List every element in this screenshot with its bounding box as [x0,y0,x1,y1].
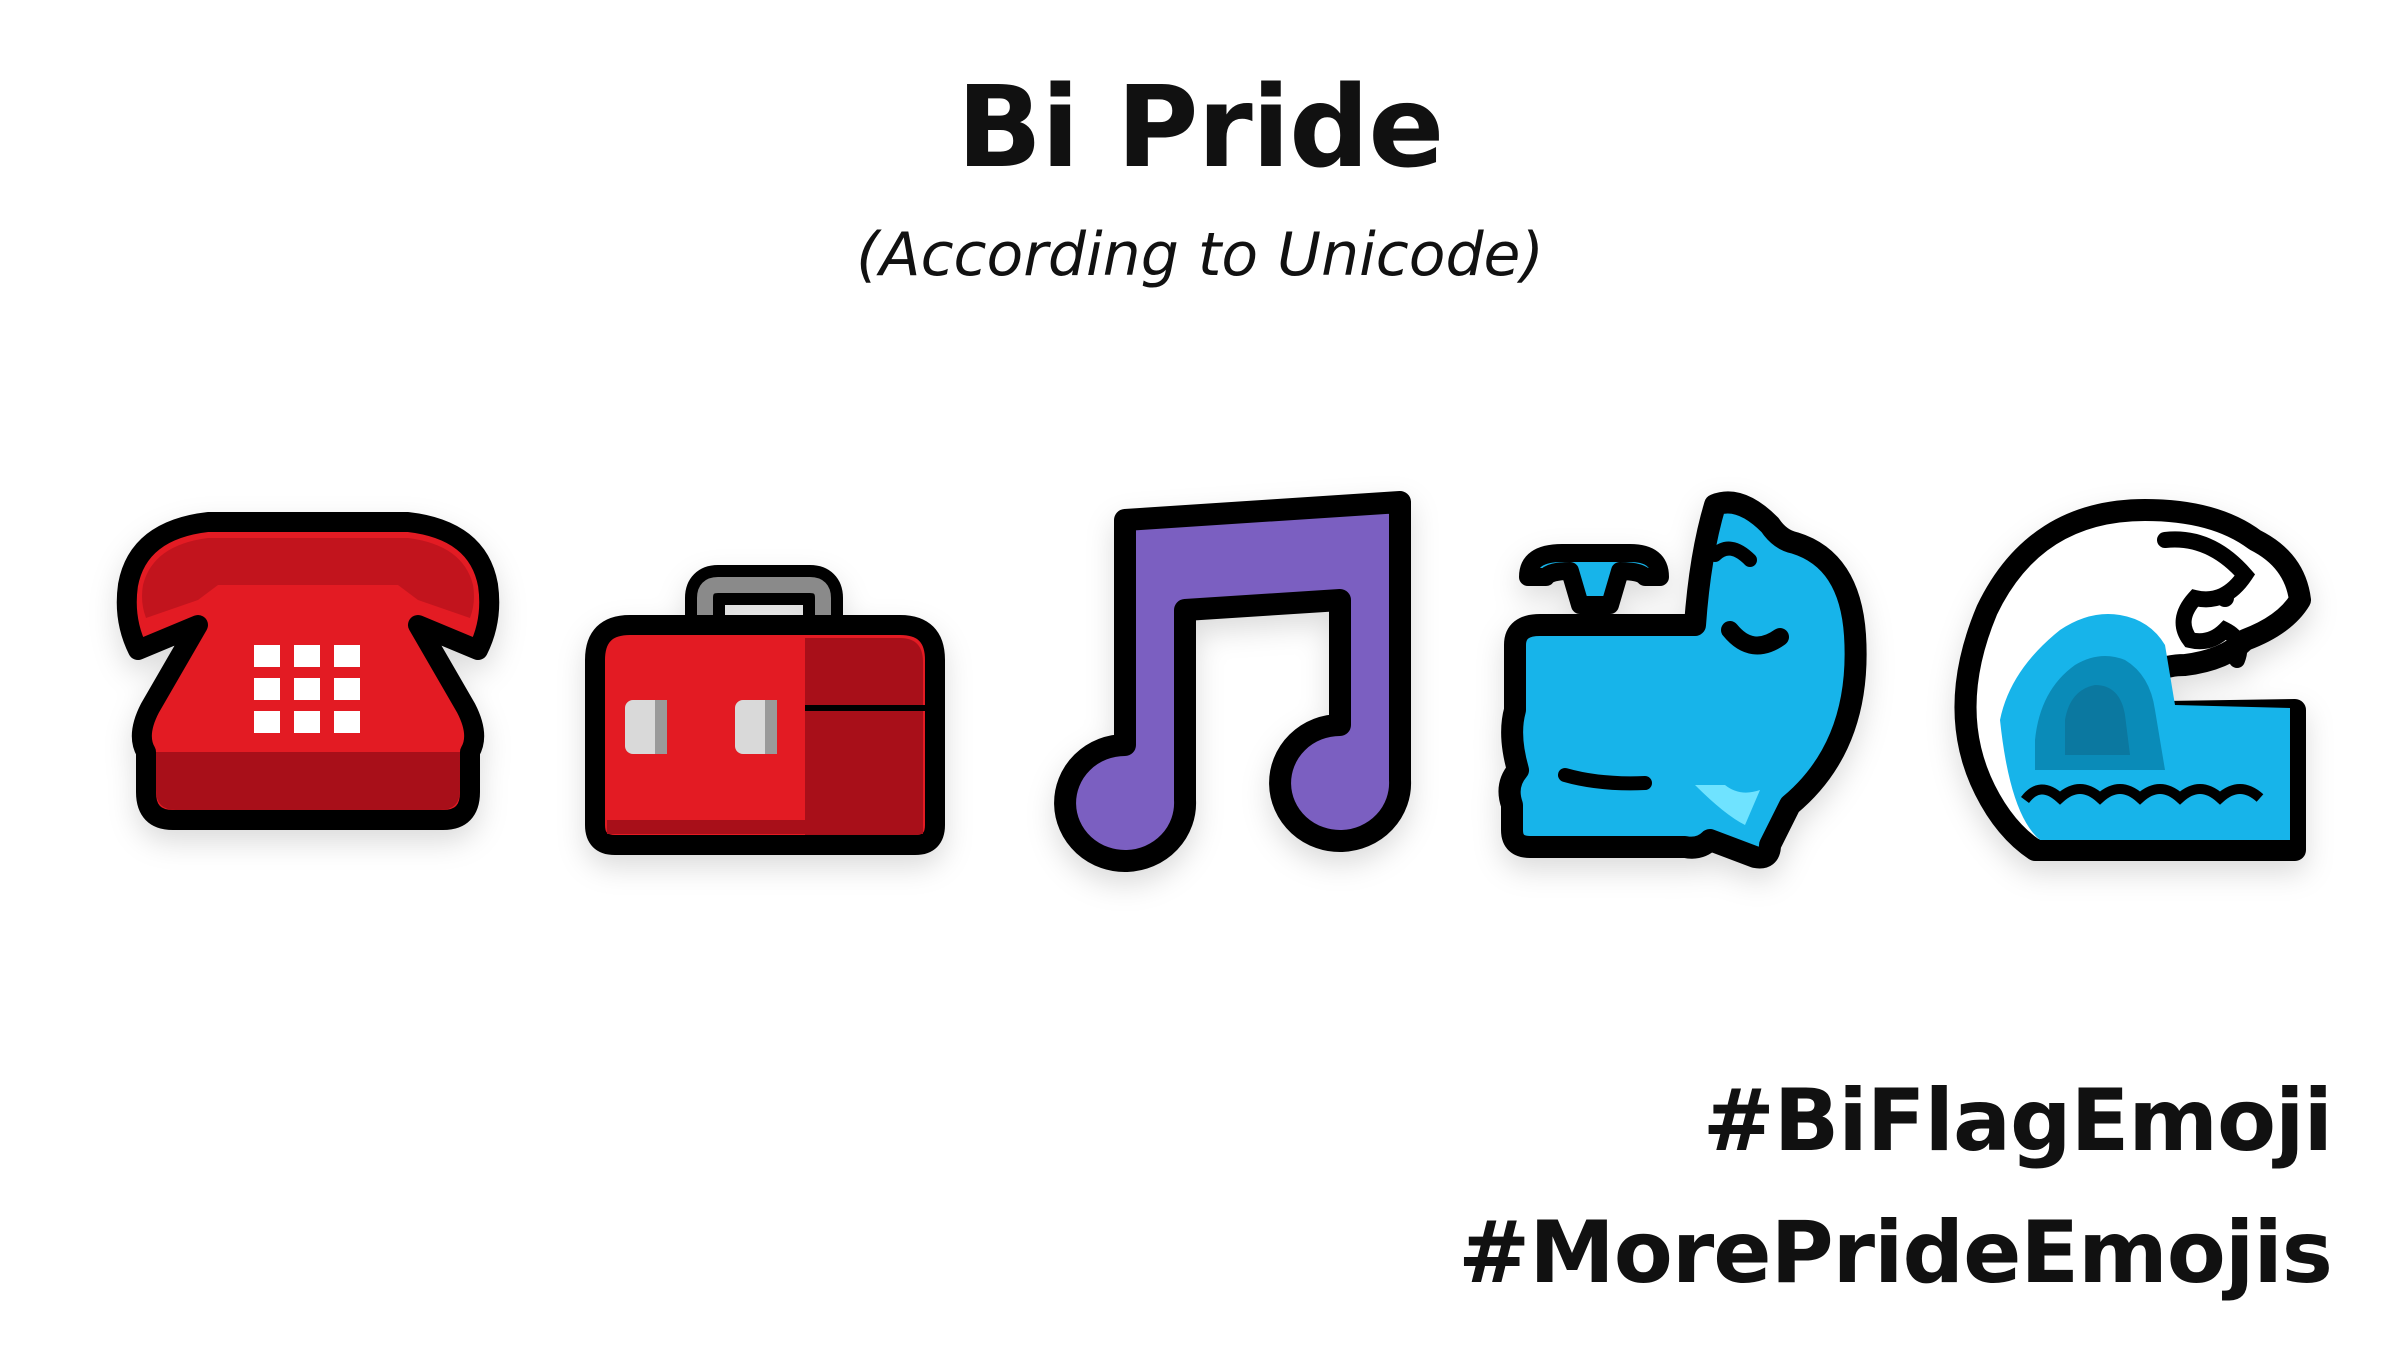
hashtag-more-pride-emojis: #MorePrideEmojis [1458,1203,2333,1303]
hashtag-bi-flag-emoji: #BiFlagEmoji [1702,1071,2333,1171]
spouting-whale-icon [1470,485,1890,905]
hashtags: #BiFlagEmoji #MorePrideEmojis [1458,1055,2333,1319]
page-title: Bi Pride [956,63,1445,193]
telephone-icon [98,490,518,910]
toolbox-icon [555,490,975,910]
page-subtitle: (According to Unicode) [856,220,1544,290]
musical-notes-icon [1010,480,1430,900]
water-wave-icon [1925,480,2345,900]
